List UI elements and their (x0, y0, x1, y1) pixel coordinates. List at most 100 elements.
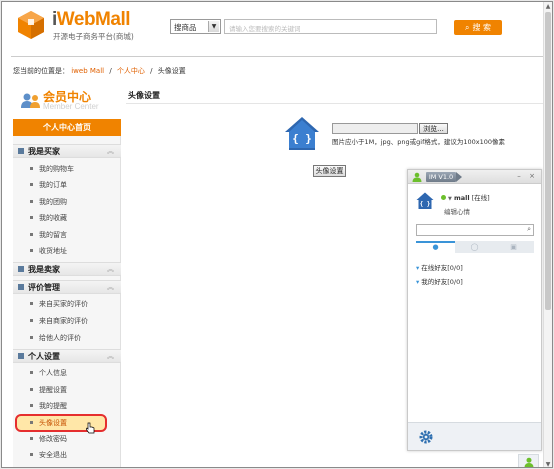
im-tabs: ● ◯ ▣ (416, 241, 534, 253)
sidebar-item-messages[interactable]: 我的留言 (13, 228, 121, 242)
section-bullet-icon (18, 284, 24, 290)
sidebar-section-settings[interactable]: 个人设置 ︽ (13, 349, 121, 363)
vertical-scrollbar[interactable]: ▲ ▼ (543, 2, 552, 467)
sidebar-item-label: 我的收藏 (39, 214, 67, 222)
breadcrumb-home-link[interactable]: iweb Mall (71, 67, 104, 75)
im-signature[interactable]: 编辑心情 (444, 206, 470, 216)
sidebar-item-label: 头像设置 (39, 419, 67, 427)
im-group-online[interactable]: ▾ 在线好友[0/0] (416, 262, 463, 272)
online-status-icon (441, 195, 446, 200)
bullet-icon (30, 200, 33, 203)
page-title: 头像设置 (128, 91, 160, 100)
section-bullet-icon (18, 148, 24, 154)
sidebar-item-label: 我的留言 (39, 231, 67, 239)
member-center-subtitle: Member Center (43, 102, 99, 111)
sidebar-item-label: 修改密码 (39, 435, 67, 443)
sidebar-item-buyer-reviews[interactable]: 来自买家的评价 (13, 297, 121, 311)
bullet-icon (30, 183, 33, 186)
im-search-input[interactable]: ⌕ (416, 224, 534, 236)
dropdown-arrow-icon: ▼ (208, 21, 219, 32)
sidebar-section-label: 个人设置 (28, 352, 60, 361)
breadcrumb-member-link[interactable]: 个人中心 (117, 67, 145, 75)
default-avatar-icon: { } (285, 117, 319, 150)
sidebar-item-logout[interactable]: 安全退出 (13, 448, 121, 462)
bullet-icon (30, 319, 33, 322)
member-home-button[interactable]: 个人中心首页 (13, 119, 121, 136)
section-bullet-icon (18, 266, 24, 272)
collapse-icon: ︽ (107, 283, 114, 291)
chat-icon: ◯ (470, 243, 479, 251)
im-version-tab: IM V1.0 (426, 172, 462, 182)
sidebar-item-reminder-settings[interactable]: 提醒设置 (13, 383, 121, 397)
im-toggle-button[interactable] (518, 454, 539, 467)
expand-icon: ▾ (416, 278, 420, 286)
sidebar-item-groupbuy[interactable]: 我的团购 (13, 195, 121, 209)
sidebar-nav: 我是买家 ︽ 我的购物车 我的订单 我的团购 我的收藏 我的留言 收货地址 我是… (13, 136, 121, 467)
sidebar-item-label: 给他人的评价 (39, 334, 81, 342)
sidebar-item-label: 我的购物车 (39, 165, 74, 173)
brand-name: iWebMall (52, 9, 131, 30)
browse-button[interactable]: 浏览... (419, 123, 448, 134)
sidebar-item-my-reminders[interactable]: 我的提醒 (13, 399, 121, 413)
sidebar-item-address[interactable]: 收货地址 (13, 244, 121, 258)
bullet-icon (30, 302, 33, 305)
im-tab-groups[interactable]: ▣ (494, 241, 533, 253)
im-tab-contacts[interactable]: ● (416, 241, 455, 253)
brand-tagline: 开源电子商务平台(商城) (53, 32, 134, 41)
sidebar-section-reviews[interactable]: 评价管理 ︽ (13, 280, 121, 294)
im-bottom-bar (408, 422, 541, 450)
sidebar-item-change-password[interactable]: 修改密码 (13, 432, 121, 446)
im-nickname: mall (453, 194, 470, 202)
avatar-submit-button[interactable]: 头像设置 (313, 165, 346, 177)
im-tab-chats[interactable]: ◯ (455, 241, 494, 253)
bullet-icon (30, 167, 33, 170)
sidebar-section-label: 我是买家 (28, 147, 60, 156)
hand-cursor-icon (86, 422, 95, 434)
bullet-icon (30, 249, 33, 252)
sidebar-item-given-reviews[interactable]: 给他人的评价 (13, 331, 121, 345)
collapse-icon: ︽ (107, 147, 114, 155)
scroll-down-icon[interactable]: ▼ (544, 460, 552, 467)
minimize-icon[interactable]: – (515, 172, 523, 180)
sidebar-item-label: 收货地址 (39, 247, 67, 255)
sidebar-item-profile[interactable]: 个人信息 (13, 366, 121, 380)
search-input[interactable]: 请输入您要搜索的关键词 (224, 19, 437, 34)
sidebar-section-seller[interactable]: 我是卖家 ︽ (13, 262, 121, 276)
sidebar-item-orders[interactable]: 我的订单 (13, 178, 121, 192)
group-icon: ▣ (510, 243, 517, 251)
collapse-icon: ︽ (107, 352, 114, 360)
bullet-icon (30, 388, 33, 391)
search-button[interactable]: ⌕ 搜 索 (454, 20, 502, 35)
section-bullet-icon (18, 353, 24, 359)
avatar-file-input[interactable] (332, 123, 418, 134)
search-category-select[interactable]: 搜商品 ▼ (170, 19, 221, 34)
breadcrumb-sep: / (109, 67, 112, 75)
sidebar-item-favorites[interactable]: 我的收藏 (13, 211, 121, 225)
bullet-icon (30, 216, 33, 219)
sidebar-item-label: 我的提醒 (39, 402, 67, 410)
breadcrumb-sep: / (150, 67, 153, 75)
im-status-text: [在线] (471, 194, 490, 202)
bullet-icon (30, 371, 33, 374)
sidebar-section-label: 我是卖家 (28, 265, 60, 274)
breadcrumb-prefix: 您当前的位置是： (13, 67, 69, 75)
im-titlebar: IM V1.0 – × (408, 170, 541, 184)
svg-text:{ }: { } (420, 201, 431, 208)
sidebar-item-cart[interactable]: 我的购物车 (13, 162, 121, 176)
chat-bubble-icon: ● (432, 243, 439, 251)
bullet-icon (30, 453, 33, 456)
close-icon[interactable]: × (528, 172, 536, 180)
breadcrumb-current: 头像设置 (157, 67, 186, 75)
status-dropdown-icon[interactable]: ▼ (448, 196, 452, 202)
scroll-up-icon[interactable]: ▲ (544, 2, 552, 11)
bullet-icon (30, 421, 33, 424)
im-group-friends[interactable]: ▾ 我的好友[0/0] (416, 276, 463, 286)
sidebar-item-seller-reviews[interactable]: 来自商家的评价 (13, 314, 121, 328)
header-divider (11, 56, 545, 57)
im-user-icon (412, 172, 422, 182)
user-icon (524, 457, 534, 467)
scrollbar-thumb[interactable] (545, 12, 551, 310)
bullet-icon (30, 437, 33, 440)
gear-icon[interactable] (418, 429, 434, 445)
sidebar-section-buyer[interactable]: 我是买家 ︽ (13, 144, 121, 158)
